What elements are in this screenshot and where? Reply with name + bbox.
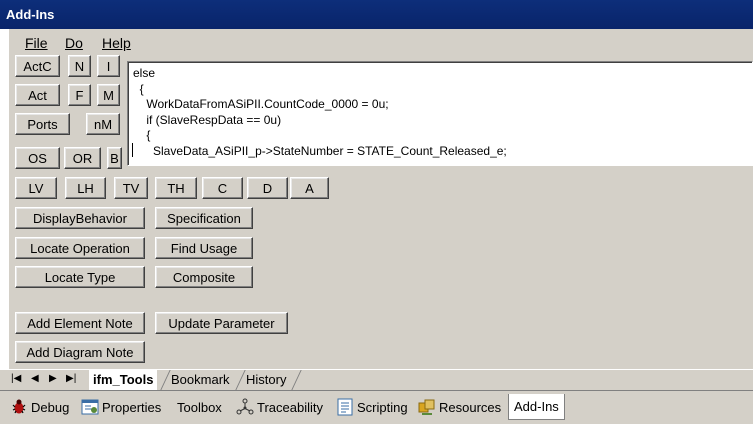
code-line: WorkDataFromASiPII.CountCode_0000 = 0u; bbox=[133, 97, 389, 111]
act-button[interactable]: Act bbox=[15, 84, 60, 106]
menu-bar: File Do Help bbox=[9, 29, 753, 57]
a-button[interactable]: A bbox=[290, 177, 329, 199]
or-button[interactable]: OR bbox=[64, 147, 101, 169]
script-icon bbox=[337, 398, 353, 416]
n-button[interactable]: N bbox=[68, 55, 91, 77]
tab-scripting[interactable]: Scripting bbox=[336, 394, 408, 420]
composite-button[interactable]: Composite bbox=[155, 266, 253, 288]
update-parameter-button[interactable]: Update Parameter bbox=[155, 312, 288, 334]
properties-icon bbox=[81, 399, 99, 415]
specification-button[interactable]: Specification bbox=[155, 207, 253, 229]
tab-debug[interactable]: Debug bbox=[10, 394, 69, 420]
code-line: SlaveData_ASiPII_p->StateNumber = STATE_… bbox=[133, 144, 507, 158]
prev-tab-icon[interactable]: ◀ bbox=[31, 373, 39, 384]
d-button[interactable]: D bbox=[247, 177, 288, 199]
tab-traceability[interactable]: Traceability bbox=[236, 394, 323, 420]
ports-button[interactable]: Ports bbox=[15, 113, 70, 135]
tab-properties-label: Properties bbox=[102, 399, 162, 415]
tab-debug-label: Debug bbox=[31, 399, 70, 415]
sheet-tab-bar: |◀ ◀ ▶ ▶| ifm_Tools Bookmark History bbox=[0, 369, 753, 390]
tab-resources-label: Resources bbox=[439, 399, 502, 415]
th-button[interactable]: TH bbox=[155, 177, 197, 199]
tab-add-ins-label: Add-Ins bbox=[514, 399, 559, 414]
tab-toolbox-label: Toolbox bbox=[177, 399, 222, 415]
lh-button[interactable]: LH bbox=[65, 177, 106, 199]
tab-toolbox[interactable]: Toolbox bbox=[177, 394, 222, 420]
add-element-note-button[interactable]: Add Element Note bbox=[15, 312, 145, 334]
b-button[interactable]: B bbox=[107, 147, 122, 169]
lv-button[interactable]: LV bbox=[15, 177, 57, 199]
actc-button[interactable]: ActC bbox=[15, 55, 60, 77]
tab-properties[interactable]: Properties bbox=[81, 394, 161, 420]
next-tab-icon[interactable]: ▶ bbox=[49, 373, 57, 384]
find-usage-button[interactable]: Find Usage bbox=[155, 237, 253, 259]
menu-help[interactable]: Help bbox=[102, 35, 131, 51]
tab-ifm-tools[interactable]: ifm_Tools bbox=[89, 370, 158, 390]
menu-file-label: File bbox=[25, 35, 48, 51]
c-button[interactable]: C bbox=[202, 177, 243, 199]
locate-type-button[interactable]: Locate Type bbox=[15, 266, 145, 288]
tab-scripting-label: Scripting bbox=[357, 399, 408, 415]
bug-icon bbox=[12, 399, 26, 414]
menu-do[interactable]: Do bbox=[65, 35, 83, 51]
code-line: else bbox=[133, 66, 156, 80]
tab-traceability-label: Traceability bbox=[257, 399, 323, 415]
tv-button[interactable]: TV bbox=[114, 177, 148, 199]
add-diagram-note-button[interactable]: Add Diagram Note bbox=[15, 341, 145, 363]
menu-file[interactable]: File bbox=[25, 35, 48, 51]
tab-history[interactable]: History bbox=[242, 370, 290, 390]
nm-button[interactable]: nM bbox=[86, 113, 120, 135]
tab-add-ins[interactable]: Add-Ins bbox=[508, 394, 565, 420]
tab-divider bbox=[291, 370, 302, 390]
text-caret bbox=[132, 143, 133, 157]
tab-bookmark[interactable]: Bookmark bbox=[167, 370, 234, 390]
code-line: { bbox=[133, 82, 144, 96]
tab-resources[interactable]: Resources bbox=[418, 394, 501, 420]
display-behavior-button[interactable]: DisplayBehavior bbox=[15, 207, 145, 229]
code-line: if (SlaveRespData == 0u) bbox=[133, 113, 282, 127]
resources-icon bbox=[418, 399, 435, 415]
menu-help-label: Help bbox=[102, 35, 131, 51]
addins-panel: File Do Help ActC N I Act F M Ports nM O… bbox=[9, 29, 753, 369]
dock-tab-bar: Debug Properties Toolbox Traceability Sc… bbox=[0, 390, 753, 424]
f-button[interactable]: F bbox=[68, 84, 91, 106]
hierarchy-icon bbox=[236, 398, 254, 415]
menu-do-label: Do bbox=[65, 35, 83, 51]
code-line: { bbox=[133, 128, 151, 142]
window-title: Add-Ins bbox=[0, 0, 753, 29]
locate-operation-button[interactable]: Locate Operation bbox=[15, 237, 145, 259]
code-editor[interactable]: else { WorkDataFromASiPII.CountCode_0000… bbox=[127, 61, 753, 166]
m-button[interactable]: M bbox=[97, 84, 120, 106]
os-button[interactable]: OS bbox=[15, 147, 60, 169]
first-tab-icon[interactable]: |◀ bbox=[11, 373, 21, 384]
last-tab-icon[interactable]: ▶| bbox=[66, 373, 76, 384]
i-button[interactable]: I bbox=[97, 55, 120, 77]
